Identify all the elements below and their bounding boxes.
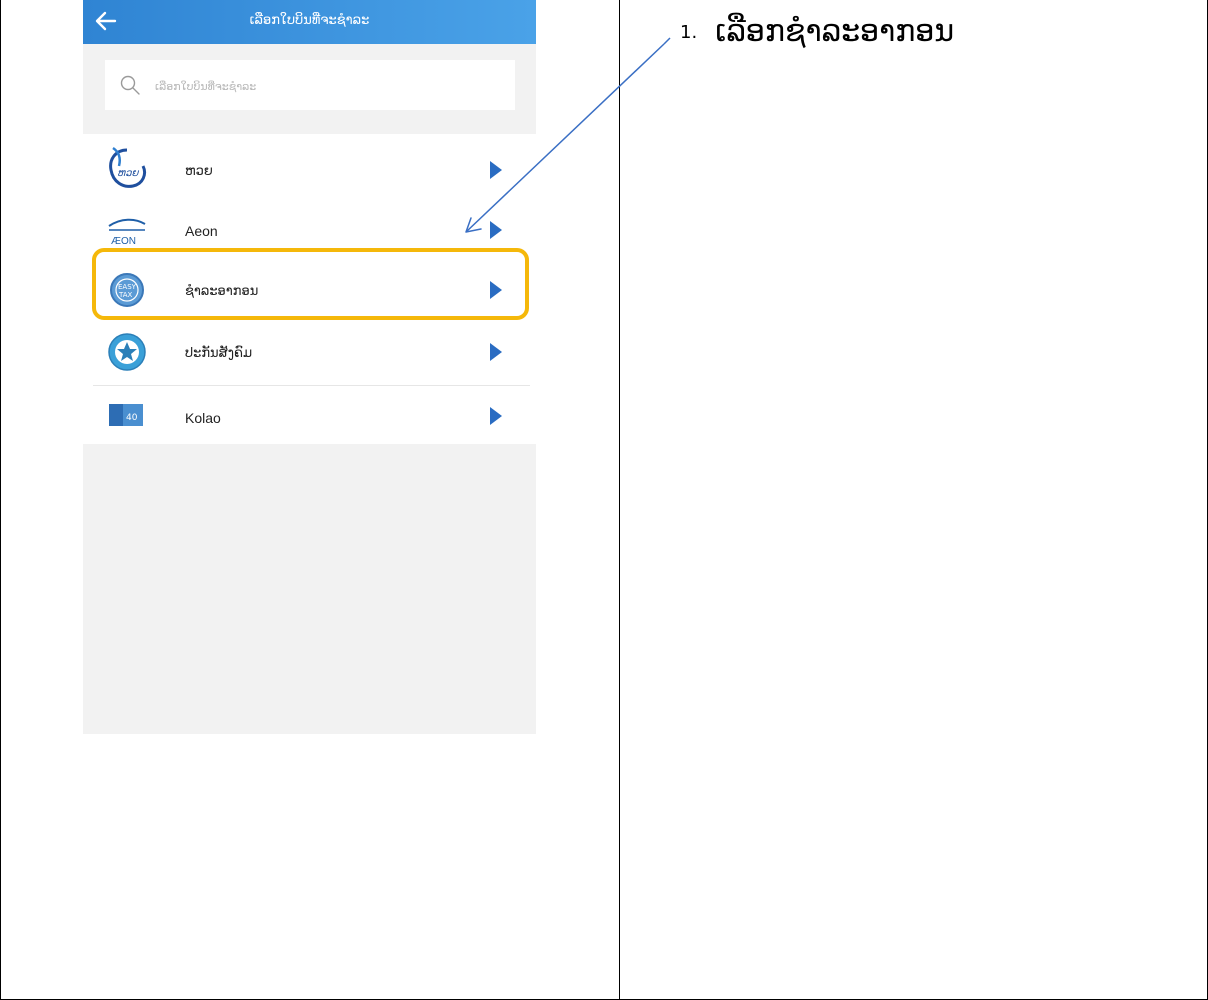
page-title: ເລືອກໃບບິນທີ່ຈະຊຳລະ — [249, 13, 370, 28]
search-icon — [120, 75, 140, 95]
aeon-logo: ÆON — [108, 218, 146, 247]
highlight-box — [92, 248, 529, 320]
list-item-label: ຫວຍ — [185, 164, 213, 179]
svg-text:ÆON: ÆON — [111, 236, 136, 247]
step-number: 1. — [680, 22, 698, 43]
phone-screenshot: ເລືອກໃບບິນທີ່ຈະຊຳລະ ຫວຍ ຫວຍ — [83, 0, 536, 734]
list-item-label: Kolao — [185, 410, 221, 426]
list-item-lottery[interactable]: ຫວຍ ຫວຍ — [83, 140, 536, 200]
search-area — [83, 44, 536, 134]
svg-text:40: 40 — [126, 413, 138, 423]
list-item-social-security[interactable]: ປະກັນສັງຄົມ — [83, 322, 536, 382]
svg-text:ຫວຍ: ຫວຍ — [117, 168, 140, 179]
step-label: ເລືອກຊຳລະອາກອນ — [715, 14, 955, 49]
chevron-right-icon — [490, 343, 502, 361]
social-security-logo — [108, 333, 146, 371]
table-left-border — [0, 0, 1, 1000]
instruction-text: 1. ເລືອກຊຳລະອາກອນ — [680, 14, 954, 49]
list-item-label: Aeon — [185, 223, 218, 239]
list-item-kolao[interactable]: 40 Kolao — [83, 386, 536, 446]
chevron-right-icon — [490, 407, 502, 425]
chevron-right-icon — [490, 221, 502, 239]
chevron-right-icon — [490, 161, 502, 179]
top-bar: ເລືອກໃບບິນທີ່ຈະຊຳລະ — [83, 0, 536, 44]
list-item-label: ປະກັນສັງຄົມ — [185, 346, 253, 361]
search-box[interactable] — [105, 60, 515, 110]
search-input[interactable] — [153, 74, 497, 98]
table-column-divider — [619, 0, 620, 1000]
kolao-logo: 40 — [109, 404, 143, 426]
lottery-logo: ຫວຍ — [109, 146, 147, 188]
